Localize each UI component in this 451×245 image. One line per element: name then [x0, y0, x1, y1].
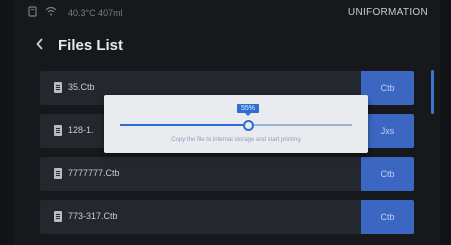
file-row[interactable]: 773-317.Ctb Ctb: [40, 200, 414, 234]
printer-icon: [28, 6, 37, 20]
chevron-left-icon: [36, 38, 43, 50]
file-icon: [54, 168, 62, 179]
file-type-button[interactable]: Ctb: [361, 200, 414, 234]
file-icon: [54, 125, 62, 136]
file-icon: [54, 82, 62, 93]
file-name: 7777777.Ctb: [68, 168, 120, 178]
file-name: 35.Ctb: [68, 82, 95, 92]
wifi-icon: [45, 6, 57, 19]
progress-track: [120, 120, 352, 131]
dialog-message: Copy the file to internal storage and st…: [171, 137, 301, 143]
progress-knob: [242, 120, 254, 131]
file-row[interactable]: 7777777.Ctb Ctb: [40, 157, 414, 191]
file-type-button[interactable]: Ctb: [361, 71, 414, 105]
status-bar: 40.3°C 407ml UNIFORMATION: [14, 0, 440, 26]
temperature-resin-status: 40.3°C 407ml: [68, 8, 123, 18]
file-type-button[interactable]: Ctb: [361, 157, 414, 191]
progress-fill: [120, 124, 248, 126]
file-name: 773-317.Ctb: [68, 211, 118, 221]
printer-screen: 40.3°C 407ml UNIFORMATION Files List 35.…: [14, 0, 440, 245]
progress-percent-badge: 55%: [236, 104, 260, 116]
copy-progress-dialog: 55% Copy the file to internal storage an…: [104, 95, 368, 153]
back-button[interactable]: [36, 36, 44, 53]
brand-logo: UNIFORMATION: [347, 7, 428, 18]
file-type-button[interactable]: Jxs: [361, 114, 414, 148]
file-name: 128-1.: [68, 125, 94, 135]
page-title: Files List: [58, 37, 124, 54]
list-scrollbar[interactable]: [431, 70, 434, 114]
file-icon: [54, 211, 62, 222]
